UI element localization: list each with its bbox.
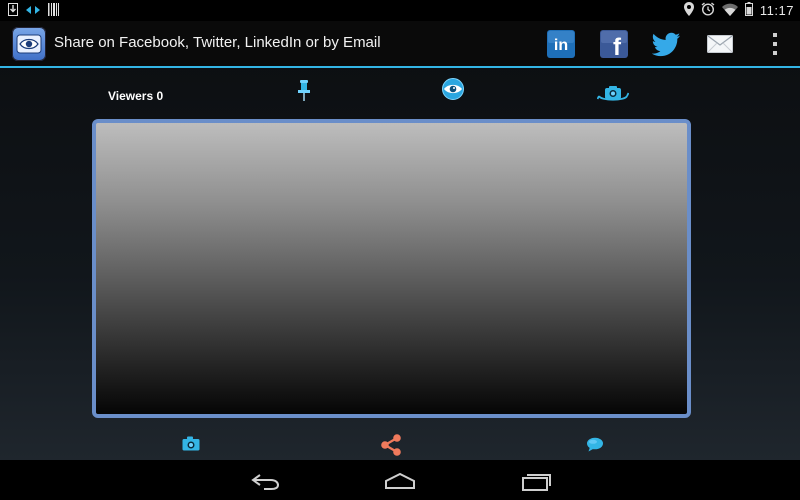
app-title: Share on Facebook, Twitter, LinkedIn or …: [54, 34, 381, 51]
email-button[interactable]: [706, 30, 734, 58]
action-bar: Share on Facebook, Twitter, LinkedIn or …: [0, 21, 800, 66]
app-icon[interactable]: [12, 27, 46, 61]
download-icon: [8, 2, 18, 19]
back-icon: [251, 474, 280, 490]
twitter-button[interactable]: [652, 30, 680, 58]
eye-toggle-button[interactable]: [440, 77, 466, 101]
envelope-icon: [707, 35, 733, 53]
linkedin-icon: in: [547, 30, 575, 58]
linkedin-button[interactable]: in: [547, 30, 575, 58]
pin-button[interactable]: [294, 79, 314, 103]
status-time: 11:17: [759, 3, 794, 18]
linkedin-label: in: [554, 37, 568, 54]
barcode-icon: [48, 2, 59, 19]
facebook-icon: f: [600, 30, 628, 58]
eye-icon: [16, 34, 42, 54]
home-button[interactable]: [382, 469, 418, 493]
facebook-label: f: [613, 34, 622, 58]
status-right-icons: 11:17: [683, 2, 794, 19]
location-icon: [683, 2, 694, 19]
alarm-icon: [701, 2, 715, 19]
home-icon: [385, 472, 415, 489]
recents-icon: [522, 474, 551, 491]
chat-icon: [587, 437, 603, 451]
share-icon: [381, 434, 401, 456]
eye-icon: [442, 78, 464, 100]
screen: 11:17 Share on Facebook, Twitter, Linked…: [0, 0, 800, 500]
overflow-menu-icon[interactable]: [770, 33, 780, 55]
camera-icon: [182, 436, 200, 450]
chat-button[interactable]: [584, 435, 606, 453]
navigation-bar: [0, 460, 800, 500]
status-left-icons: [8, 2, 59, 19]
pin-icon: [298, 80, 310, 101]
viewers-count: Viewers 0: [108, 89, 164, 103]
twitter-bird-icon: [652, 32, 680, 57]
video-preview: [92, 119, 691, 418]
action-bar-divider: [0, 66, 800, 68]
share-button[interactable]: [378, 432, 404, 458]
switch-camera-button[interactable]: [596, 83, 630, 105]
snapshot-button[interactable]: [180, 433, 202, 453]
recents-button[interactable]: [518, 469, 554, 493]
battery-icon: [744, 2, 753, 19]
data-transfer-icon: [26, 3, 40, 18]
back-button[interactable]: [247, 469, 283, 493]
switch-camera-icon: [597, 86, 629, 101]
status-bar: 11:17: [0, 0, 800, 21]
wifi-icon: [721, 3, 738, 19]
facebook-button[interactable]: f: [600, 30, 628, 58]
